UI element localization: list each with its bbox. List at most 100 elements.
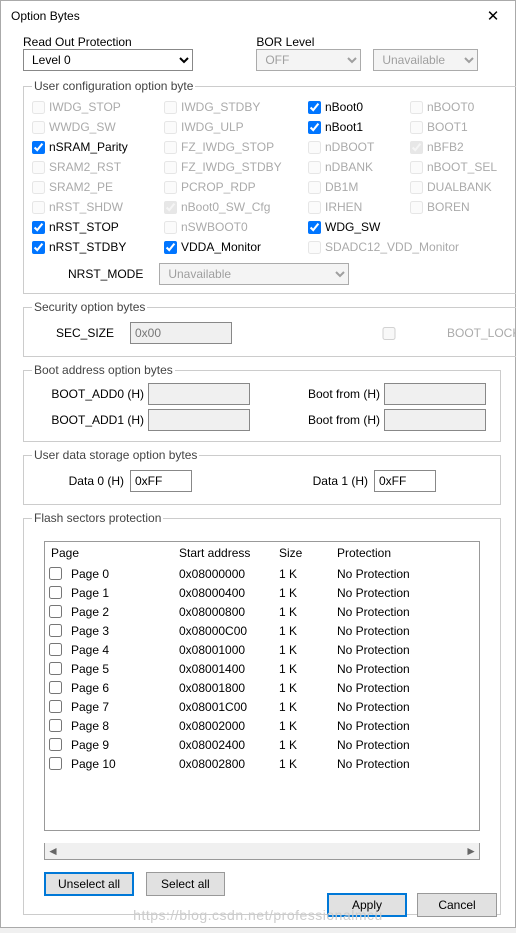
table-row[interactable]: Page 00x080000001 KNo Protection: [45, 564, 479, 583]
cell-page: Page 1: [45, 583, 173, 602]
user-config-group: User configuration option byte IWDG_STOP…: [23, 79, 516, 294]
rop-select[interactable]: Level 0: [23, 49, 193, 71]
table-row[interactable]: Page 30x08000C001 KNo Protection: [45, 621, 479, 640]
cell-prot: No Protection: [331, 659, 479, 678]
table-row[interactable]: Page 70x08001C001 KNo Protection: [45, 697, 479, 716]
user-data-legend: User data storage option bytes: [32, 448, 199, 462]
checkbox-SRAM2_PE: SRAM2_PE: [32, 177, 160, 197]
option-bytes-window: Option Bytes ✕ Read Out Protection Level…: [0, 0, 516, 928]
table-row[interactable]: Page 60x080018001 KNo Protection: [45, 678, 479, 697]
row-checkbox[interactable]: [49, 605, 62, 618]
checkbox-VDDA_Monitor[interactable]: VDDA_Monitor: [164, 237, 304, 257]
checkbox-nRST_STOP[interactable]: nRST_STOP: [32, 217, 160, 237]
unselect-all-button[interactable]: Unselect all: [44, 872, 134, 896]
cell-addr: 0x08002800: [173, 754, 273, 773]
boot-add1-input: [148, 409, 250, 431]
row-checkbox[interactable]: [49, 643, 62, 656]
cell-page: Page 9: [45, 735, 173, 754]
cell-page: Page 8: [45, 716, 173, 735]
user-data-group: User data storage option bytes Data 0 (H…: [23, 448, 501, 505]
cell-page: Page 3: [45, 621, 173, 640]
cancel-button[interactable]: Cancel: [417, 893, 497, 917]
checkbox-nBoot0[interactable]: nBoot0: [308, 97, 406, 117]
table-row[interactable]: Page 80x080020001 KNo Protection: [45, 716, 479, 735]
flash-table-container[interactable]: Page Start address Size Protection Page …: [44, 541, 480, 831]
data0-input[interactable]: [130, 470, 192, 492]
row-checkbox[interactable]: [49, 662, 62, 675]
bor-legend: BOR Level: [256, 35, 501, 49]
checkbox-nBoot1[interactable]: nBoot1: [308, 117, 406, 137]
boot-add0-input: [148, 383, 250, 405]
table-row[interactable]: Page 20x080008001 KNo Protection: [45, 602, 479, 621]
cell-addr: 0x08000000: [173, 564, 273, 583]
bor-unavailable: Unavailable: [373, 49, 478, 71]
row-checkbox[interactable]: [49, 567, 62, 580]
cell-prot: No Protection: [331, 754, 479, 773]
row-checkbox[interactable]: [49, 719, 62, 732]
boot-add1-label: BOOT_ADD1 (H): [32, 413, 144, 427]
checkbox-IRHEN: IRHEN: [308, 197, 406, 217]
checkbox-WDG_SW[interactable]: WDG_SW: [308, 217, 406, 237]
cell-page: Page 7: [45, 697, 173, 716]
cell-addr: 0x08000C00: [173, 621, 273, 640]
select-all-button[interactable]: Select all: [146, 872, 225, 896]
user-config-legend: User configuration option byte: [32, 79, 195, 93]
checkbox-nBOOT0: nBOOT0: [410, 97, 510, 117]
row-checkbox[interactable]: [49, 700, 62, 713]
row-checkbox[interactable]: [49, 624, 62, 637]
boot-addr-group: Boot address option bytes BOOT_ADD0 (H) …: [23, 363, 501, 442]
checkbox-nDBOOT: nDBOOT: [308, 137, 406, 157]
bor-select: OFF: [256, 49, 361, 71]
rop-legend: Read Out Protection: [23, 35, 244, 49]
cell-size: 1 K: [273, 583, 331, 602]
boot-lock: BOOT_LOCK: [334, 324, 516, 343]
window-title: Option Bytes: [11, 9, 473, 23]
cell-prot: No Protection: [331, 697, 479, 716]
cell-addr: 0x08002400: [173, 735, 273, 754]
row-checkbox[interactable]: [49, 681, 62, 694]
col-prot: Protection: [331, 542, 479, 564]
checkbox-BOREN: BOREN: [410, 197, 510, 217]
close-icon[interactable]: ✕: [473, 7, 513, 25]
boot-add0-label: BOOT_ADD0 (H): [32, 387, 144, 401]
checkbox-WWDG_SW: WWDG_SW: [32, 117, 160, 137]
sec-size-label: SEC_SIZE: [32, 326, 118, 340]
checkbox-nBFB2: nBFB2: [410, 137, 510, 157]
checkbox-BOOT1: BOOT1: [410, 117, 510, 137]
data0-label: Data 0 (H): [44, 474, 124, 488]
cell-size: 1 K: [273, 678, 331, 697]
table-row[interactable]: Page 90x080024001 KNo Protection: [45, 735, 479, 754]
data1-input[interactable]: [374, 470, 436, 492]
col-size: Size: [273, 542, 331, 564]
table-row[interactable]: Page 10x080004001 KNo Protection: [45, 583, 479, 602]
checkbox-nSRAM_Parity[interactable]: nSRAM_Parity: [32, 137, 160, 157]
cell-addr: 0x08001400: [173, 659, 273, 678]
cell-size: 1 K: [273, 735, 331, 754]
flash-group: Flash sectors protection Page Start addr…: [23, 511, 501, 915]
row-checkbox[interactable]: [49, 586, 62, 599]
security-group: Security option bytes SEC_SIZE BOOT_LOCK: [23, 300, 516, 357]
table-row[interactable]: Page 50x080014001 KNo Protection: [45, 659, 479, 678]
checkbox-nRST_STDBY[interactable]: nRST_STDBY: [32, 237, 160, 257]
cell-prot: No Protection: [331, 602, 479, 621]
cell-addr: 0x08001C00: [173, 697, 273, 716]
cell-size: 1 K: [273, 754, 331, 773]
h-scrollbar[interactable]: ◄►: [44, 843, 480, 860]
cell-page: Page 2: [45, 602, 173, 621]
cell-prot: No Protection: [331, 735, 479, 754]
row-checkbox[interactable]: [49, 738, 62, 751]
checkbox-FZ_IWDG_STOP: FZ_IWDG_STOP: [164, 137, 304, 157]
table-row[interactable]: Page 100x080028001 KNo Protection: [45, 754, 479, 773]
checkbox-nBoot0_SW_Cfg: nBoot0_SW_Cfg: [164, 197, 304, 217]
data1-label: Data 1 (H): [288, 474, 368, 488]
checkbox-PCROP_RDP: PCROP_RDP: [164, 177, 304, 197]
cell-prot: No Protection: [331, 716, 479, 735]
bootfrom0-input: [384, 383, 486, 405]
table-row[interactable]: Page 40x080010001 KNo Protection: [45, 640, 479, 659]
cell-size: 1 K: [273, 564, 331, 583]
nrst-label: NRST_MODE: [68, 267, 143, 281]
apply-button[interactable]: Apply: [327, 893, 407, 917]
bootfrom1-input: [384, 409, 486, 431]
row-checkbox[interactable]: [49, 757, 62, 770]
cell-addr: 0x08002000: [173, 716, 273, 735]
